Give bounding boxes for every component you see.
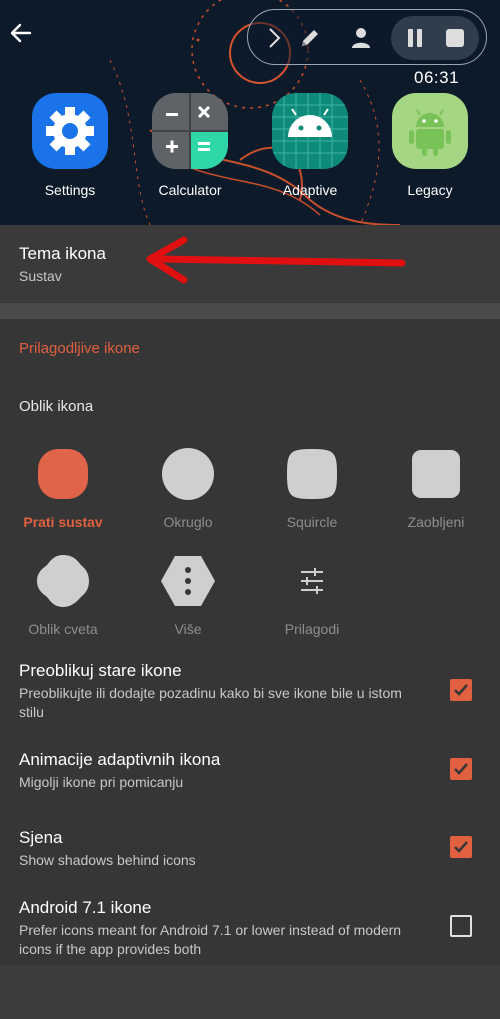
pref-title: Android 7.1 ikone <box>19 898 152 917</box>
pref-subtitle: Preoblikujte ili dodajte pozadinu kako b… <box>19 685 402 720</box>
shape-option-round[interactable]: Okruglo <box>128 446 248 530</box>
app-label: Settings <box>44 182 96 198</box>
pref-subtitle: Migolji ikone pri pomicanju <box>19 774 184 790</box>
flower-shape-icon <box>35 553 91 609</box>
shape-option-flower[interactable]: Oblik cveta <box>3 553 123 637</box>
shape-label: Prilagodi <box>284 621 340 637</box>
app-label: Calculator <box>158 182 222 198</box>
tune-sliders-icon <box>284 553 340 609</box>
arrow-left-icon <box>10 23 32 43</box>
circle-shape-icon <box>160 446 216 502</box>
section-divider <box>0 303 500 319</box>
pref-title: Sjena <box>19 828 63 847</box>
shape-label: Squircle <box>286 514 338 530</box>
shape-label: Zaobljeni <box>407 514 465 530</box>
rounded-square-shape-icon <box>408 446 464 502</box>
shape-option-rounded[interactable]: Zaobljeni <box>376 446 496 530</box>
red-annotation-arrow <box>146 236 406 284</box>
pref-reshape-legacy-icons[interactable]: Preoblikuj stare ikone Preoblikujte ili … <box>19 661 419 722</box>
app-label: Adaptive <box>282 182 338 198</box>
icon-theme-title: Tema ikona <box>19 244 106 263</box>
follow-system-shape-icon <box>35 446 91 502</box>
checkmark-icon <box>454 684 468 696</box>
shape-option-customize[interactable]: Prilagodi <box>252 553 372 637</box>
pref-shadow[interactable]: Sjena Show shadows behind icons <box>19 828 419 870</box>
pref-adaptive-icon-animation[interactable]: Animacije adaptivnih ikona Migolji ikone… <box>19 750 419 792</box>
shape-option-squircle[interactable]: Squircle <box>252 446 372 530</box>
pause-icon[interactable] <box>401 24 429 52</box>
shape-option-more[interactable]: Više <box>128 553 248 637</box>
calculator-icon <box>152 93 228 169</box>
chevron-right-icon[interactable] <box>260 24 288 52</box>
checkbox-reshape-legacy-icons[interactable] <box>450 679 472 701</box>
squircle-shape-icon <box>284 446 340 502</box>
checkmark-icon <box>454 841 468 853</box>
shape-label: Više <box>174 621 202 637</box>
app-label: Legacy <box>407 182 453 198</box>
checkbox-shadow[interactable] <box>450 836 472 858</box>
screen-recorder-toolbar <box>247 9 487 65</box>
checkmark-icon <box>454 763 468 775</box>
section-title-adaptive-icons: Prilagodljive ikone <box>19 340 140 357</box>
app-legacy: Legacy <box>380 93 480 198</box>
shape-option-follow-system[interactable]: Prati sustav <box>3 446 123 530</box>
pencil-icon[interactable] <box>296 24 324 52</box>
pref-title: Preoblikuj stare ikone <box>19 661 182 680</box>
pref-subtitle: Show shadows behind icons <box>19 852 196 868</box>
back-button[interactable] <box>6 18 36 48</box>
icon-theme-value: Sustav <box>19 268 62 284</box>
android-legacy-icon <box>392 93 468 169</box>
icon-shape-heading: Oblik ikona <box>19 398 94 415</box>
checkbox-android-71-icons[interactable] <box>450 915 472 937</box>
pref-subtitle: Prefer icons meant for Android 7.1 or lo… <box>19 922 402 957</box>
app-calculator: Calculator <box>140 93 240 198</box>
settings-gear-icon <box>32 93 108 169</box>
checkbox-adaptive-icon-animation[interactable] <box>450 758 472 780</box>
clock: 06:31 <box>414 68 460 87</box>
android-adaptive-icon <box>272 93 348 169</box>
shape-label: Okruglo <box>163 514 213 530</box>
pref-title: Animacije adaptivnih ikona <box>19 750 221 769</box>
app-settings: Settings <box>20 93 120 198</box>
person-icon[interactable] <box>347 24 375 52</box>
more-hexagon-icon <box>160 553 216 609</box>
shape-label: Prati sustav <box>23 514 103 530</box>
pref-android-71-icons[interactable]: Android 7.1 ikone Prefer icons meant for… <box>19 898 429 959</box>
bottom-area <box>0 966 500 1019</box>
app-adaptive: Adaptive <box>260 93 360 198</box>
icon-preview-header: 06:31 Settings Calculator Adaptive Legac… <box>0 0 500 225</box>
stop-icon[interactable] <box>441 24 469 52</box>
shape-label: Oblik cveta <box>28 621 98 637</box>
